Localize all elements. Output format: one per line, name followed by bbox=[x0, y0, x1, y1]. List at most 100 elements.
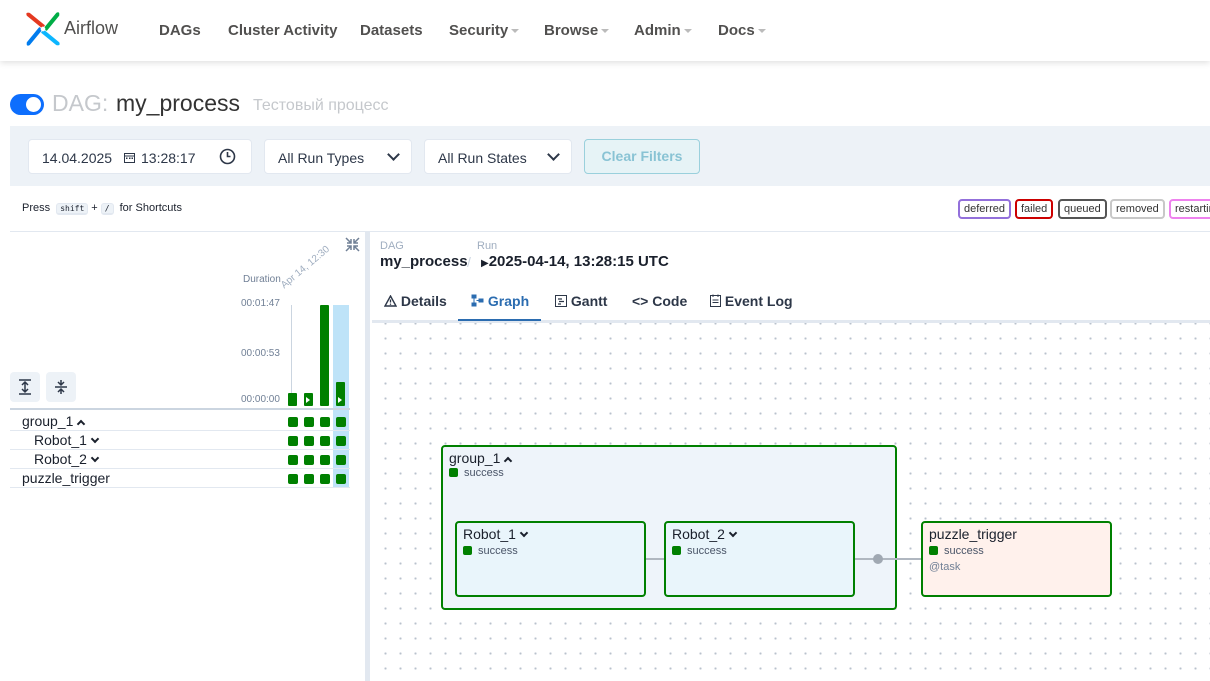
task-node-puzzle-trigger[interactable]: puzzle_trigger success @task bbox=[921, 521, 1112, 597]
tab-details[interactable]: Details bbox=[383, 293, 447, 309]
run-duration-bar[interactable] bbox=[304, 393, 313, 406]
nav-security[interactable]: Security bbox=[449, 22, 520, 39]
duration-label: Duration bbox=[243, 274, 281, 285]
edge-robot1-robot2 bbox=[644, 558, 666, 560]
chevron-down-icon bbox=[757, 29, 766, 34]
task-instance-cell[interactable] bbox=[304, 455, 314, 465]
date-value: 14.04.2025 bbox=[42, 150, 113, 166]
breadcrumb-separator: / bbox=[467, 254, 471, 270]
collapse-all-button[interactable] bbox=[46, 372, 76, 402]
task-instance-cell[interactable] bbox=[288, 417, 298, 427]
task-instance-cell[interactable] bbox=[336, 417, 346, 427]
event-log-icon bbox=[710, 294, 721, 307]
clock-icon[interactable] bbox=[219, 148, 236, 165]
play-icon: ▶ bbox=[481, 258, 489, 269]
row-divider bbox=[10, 468, 350, 469]
run-state-select[interactable]: All Run States bbox=[424, 139, 572, 174]
run-state-value: All Run States bbox=[438, 150, 527, 166]
breadcrumb-run-label: Run bbox=[477, 240, 498, 252]
dag-pause-toggle[interactable] bbox=[10, 94, 44, 115]
legend-queued[interactable]: queued bbox=[1058, 199, 1107, 219]
run-duration-bar[interactable] bbox=[288, 393, 297, 406]
nav-dags[interactable]: DAGs bbox=[159, 22, 201, 39]
task-instance-cell[interactable] bbox=[320, 474, 330, 484]
nav-browse[interactable]: Browse bbox=[544, 22, 610, 39]
chevron-down-icon bbox=[90, 434, 100, 444]
collapse-icon[interactable] bbox=[345, 237, 360, 252]
chevron-down-icon bbox=[519, 528, 529, 538]
task-instance-cell[interactable] bbox=[304, 417, 314, 427]
dag-description: Тестовый процесс bbox=[253, 97, 389, 114]
dag-title-prefix: DAG: bbox=[52, 90, 109, 116]
legend-restarting[interactable]: restarting bbox=[1169, 199, 1210, 219]
grid-row-robot-2[interactable]: Robot_2 bbox=[34, 451, 100, 467]
status-dot bbox=[672, 546, 681, 555]
nav-admin[interactable]: Admin bbox=[634, 22, 692, 39]
legend-deferred[interactable]: deferred bbox=[958, 199, 1011, 219]
node-operator: @task bbox=[929, 561, 961, 573]
tab-event-log[interactable]: Event Log bbox=[710, 293, 793, 309]
clear-filters-button[interactable]: Clear Filters bbox=[584, 139, 700, 174]
airflow-logo-icon[interactable] bbox=[24, 10, 62, 48]
legend-removed[interactable]: removed bbox=[1110, 199, 1165, 219]
nav-datasets[interactable]: Datasets bbox=[360, 22, 423, 39]
task-instance-cell[interactable] bbox=[304, 436, 314, 446]
row-divider bbox=[10, 449, 350, 450]
task-instance-cell[interactable] bbox=[304, 474, 314, 484]
run-duration-bar[interactable] bbox=[320, 305, 329, 406]
task-instance-cell[interactable] bbox=[288, 455, 298, 465]
shortcut-suffix: for Shortcuts bbox=[119, 202, 182, 214]
code-icon: <> bbox=[632, 293, 649, 309]
task-instance-cell[interactable] bbox=[320, 455, 330, 465]
brand-name[interactable]: Airflow bbox=[64, 18, 118, 39]
kbd-slash: / bbox=[100, 203, 114, 215]
chevron-down-icon bbox=[90, 453, 100, 463]
legend-failed[interactable]: failed bbox=[1015, 199, 1054, 219]
panel-top-divider bbox=[10, 231, 1210, 232]
edge-robot2-trigger bbox=[854, 558, 922, 560]
status-dot bbox=[463, 546, 472, 555]
active-tab-indicator bbox=[458, 319, 541, 321]
task-instance-cell[interactable] bbox=[320, 436, 330, 446]
nav-cluster-activity[interactable]: Cluster Activity bbox=[228, 22, 337, 39]
grid-row-robot-1[interactable]: Robot_1 bbox=[34, 432, 100, 448]
base-date-input[interactable]: 14.04.2025 13:28:17 bbox=[28, 139, 252, 174]
row-divider bbox=[10, 430, 350, 431]
breadcrumb-run[interactable]: ▶2025-04-14, 13:28:15 UTC bbox=[481, 253, 669, 270]
panel-resizer[interactable] bbox=[365, 232, 370, 681]
task-instance-cell[interactable] bbox=[288, 474, 298, 484]
node-label: puzzle_trigger bbox=[929, 526, 1017, 542]
task-instance-cell[interactable] bbox=[336, 436, 346, 446]
chevron-down-icon bbox=[547, 148, 560, 161]
breadcrumb-dag[interactable]: my_process bbox=[380, 253, 468, 270]
task-instance-cell[interactable] bbox=[336, 455, 346, 465]
chevron-down-icon bbox=[601, 29, 610, 34]
time-value: 13:28:17 bbox=[141, 150, 196, 166]
chevron-down-icon bbox=[683, 29, 692, 34]
calendar-icon bbox=[124, 153, 135, 163]
chevron-down-icon bbox=[511, 29, 520, 34]
graph-canvas[interactable]: group_1 success Robot_1 success Robot_2 … bbox=[372, 323, 1210, 681]
gantt-icon bbox=[555, 295, 567, 307]
tab-graph[interactable]: Graph bbox=[471, 293, 529, 309]
expand-all-button[interactable] bbox=[10, 372, 40, 402]
group-label: group_1 bbox=[449, 450, 513, 466]
duration-tick-max: 00:01:47 bbox=[241, 298, 280, 309]
run-type-select[interactable]: All Run Types bbox=[264, 139, 412, 174]
tab-gantt[interactable]: Gantt bbox=[555, 293, 607, 309]
task-node-robot-2[interactable]: Robot_2 success bbox=[664, 521, 855, 597]
task-instance-cell[interactable] bbox=[288, 436, 298, 446]
task-instance-cell[interactable] bbox=[336, 474, 346, 484]
grid-row-puzzle-trigger[interactable]: puzzle_trigger bbox=[22, 470, 110, 486]
grid-row-group-1[interactable]: group_1 bbox=[22, 413, 86, 429]
shortcut-prefix: Press bbox=[22, 202, 51, 214]
top-navbar: Airflow DAGs Cluster Activity Datasets S… bbox=[0, 0, 1210, 61]
run-duration-bar[interactable] bbox=[336, 382, 345, 406]
status-dot bbox=[449, 468, 458, 477]
task-node-robot-1[interactable]: Robot_1 success bbox=[455, 521, 646, 597]
task-instance-cell[interactable] bbox=[320, 417, 330, 427]
node-state: success bbox=[672, 545, 727, 557]
nav-docs[interactable]: Docs bbox=[718, 22, 766, 39]
node-label: Robot_1 bbox=[463, 526, 529, 542]
tab-code[interactable]: <> Code bbox=[632, 293, 687, 309]
